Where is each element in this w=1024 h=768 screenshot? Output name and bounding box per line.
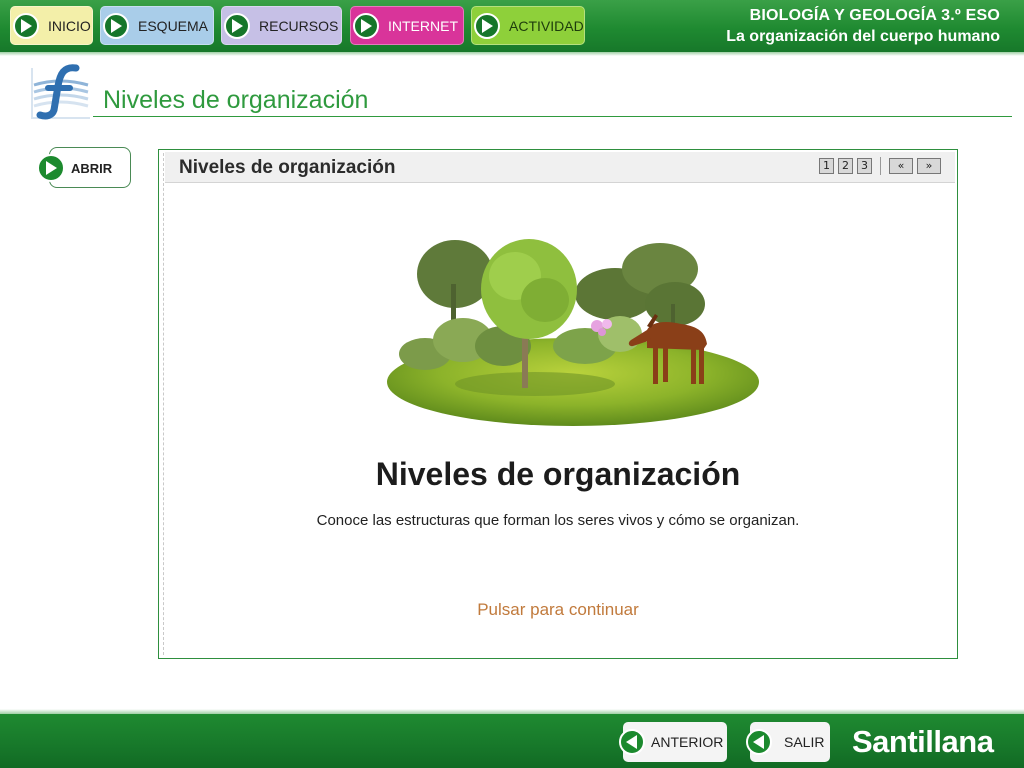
content-frame[interactable]: Niveles de organización 1 2 3 « » Nivele… — [158, 149, 958, 659]
page-button-2[interactable]: 2 — [838, 158, 853, 174]
play-icon — [103, 12, 129, 39]
nav-internet-label: INTERNET — [388, 17, 458, 34]
frame-header-title: Niveles de organización — [179, 157, 396, 178]
pager-separator — [880, 157, 881, 175]
play-icon — [474, 12, 500, 39]
anterior-label: ANTERIOR — [651, 734, 724, 750]
salir-button[interactable]: SALIR — [746, 722, 830, 762]
page-button-3[interactable]: 3 — [857, 158, 872, 174]
top-bar-shadow — [0, 52, 1024, 56]
main-title: Niveles de organización — [375, 456, 741, 492]
title-divider — [93, 116, 1012, 117]
subtitle: Conoce las estructuras que forman los se… — [316, 512, 800, 529]
nav-esquema-button[interactable]: ESQUEMA — [100, 6, 214, 45]
page-button-1[interactable]: 1 — [819, 158, 834, 174]
anterior-button[interactable]: ANTERIOR — [619, 722, 727, 762]
section-title: Niveles de organización — [103, 86, 369, 114]
nav-internet-button[interactable]: INTERNET — [350, 6, 464, 45]
salir-label: SALIR — [784, 734, 825, 750]
frame-header: Niveles de organización 1 2 3 « » — [165, 152, 955, 183]
play-icon — [353, 12, 379, 39]
continue-link[interactable]: Pulsar para continuar — [159, 600, 957, 620]
abrir-button[interactable]: ABRIR — [37, 147, 131, 188]
next-page-button[interactable]: » — [917, 158, 941, 174]
nav-actividad-button[interactable]: ACTIVIDAD — [471, 6, 585, 45]
play-icon — [13, 12, 39, 39]
nav-recursos-label: RECURSOS — [259, 17, 339, 34]
course-info: BIOLOGÍA Y GEOLOGÍA 3.º ESO La organizac… — [726, 7, 1000, 46]
nav-inicio-label: INICIO — [48, 17, 91, 34]
nav-esquema-label: ESQUEMA — [138, 17, 209, 34]
brand-logo: Santillana — [852, 724, 994, 759]
forest-illustration — [385, 234, 765, 434]
course-title: BIOLOGÍA Y GEOLOGÍA 3.º ESO — [749, 7, 1000, 24]
play-icon — [37, 154, 65, 182]
back-arrow-icon — [746, 729, 772, 755]
nav-recursos-button[interactable]: RECURSOS — [221, 6, 342, 45]
back-arrow-icon — [619, 729, 645, 755]
nav-actividad-label: ACTIVIDAD — [509, 17, 584, 34]
abrir-label: ABRIR — [71, 161, 113, 176]
page: INICIO ESQUEMA RECURSOS INTERNET ACTIVID… — [0, 0, 1024, 768]
prev-page-button[interactable]: « — [889, 158, 913, 174]
play-icon — [224, 12, 250, 39]
nav-inicio-button[interactable]: INICIO — [10, 6, 93, 45]
unit-title: La organización del cuerpo humano — [726, 28, 1000, 45]
flash-icon — [30, 62, 92, 120]
